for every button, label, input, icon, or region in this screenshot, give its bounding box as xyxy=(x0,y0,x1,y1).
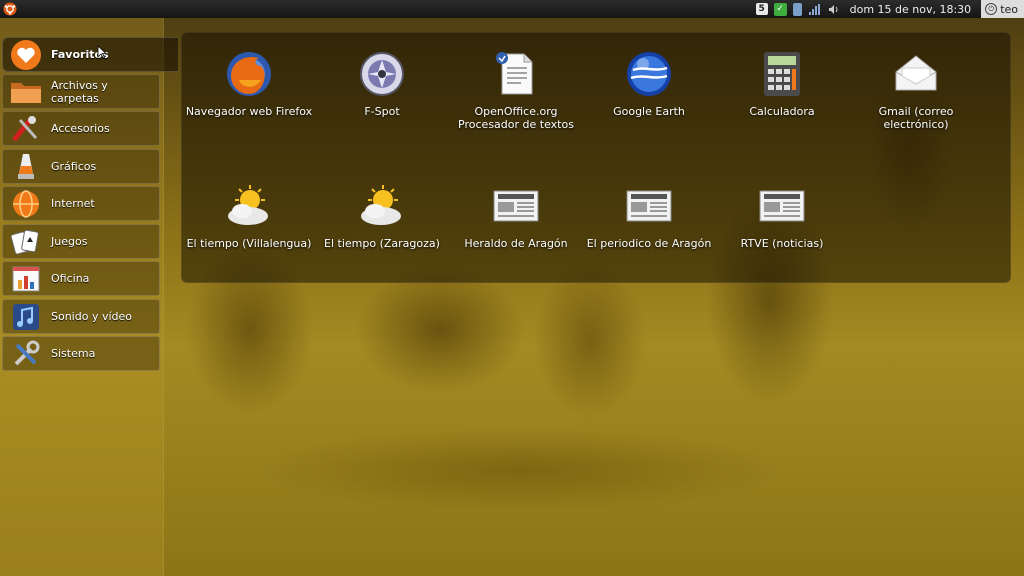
app-fspot[interactable]: F-Spot xyxy=(315,49,449,118)
newspaper-icon xyxy=(624,181,674,231)
sidebar-item-label: Oficina xyxy=(51,272,90,285)
app-gmail[interactable]: Gmail (correo electrónico) xyxy=(849,49,983,131)
app-label: Navegador web Firefox xyxy=(185,105,313,118)
mail-icon xyxy=(891,49,941,99)
sidebar-item-label: Gráficos xyxy=(51,160,97,173)
sidebar-item-label: Juegos xyxy=(51,235,88,248)
app-label: El tiempo (Zaragoza) xyxy=(324,237,440,250)
sidebar-item-label: Accesorios xyxy=(51,122,110,135)
app-label: OpenOffice.org Procesador de textos xyxy=(458,105,574,131)
app-tiempo-zaragoza[interactable]: El tiempo (Zaragoza) xyxy=(315,181,449,250)
app-label: Heraldo de Aragón xyxy=(464,237,568,250)
sidebar-item-label: Internet xyxy=(51,197,95,210)
firefox-icon xyxy=(224,49,274,99)
app-label: El tiempo (Villalengua) xyxy=(186,237,312,250)
google-earth-icon xyxy=(624,49,674,99)
heart-icon xyxy=(9,39,43,70)
app-calculadora[interactable]: Calculadora xyxy=(715,49,849,118)
tools-icon xyxy=(9,114,43,144)
folder-icon xyxy=(9,77,43,107)
power-icon: ⏻ xyxy=(985,3,998,15)
clock[interactable]: dom 15 de nov, 18:30 xyxy=(846,3,976,16)
sidebar-item-oficina[interactable]: Oficina xyxy=(2,261,160,296)
office-icon xyxy=(9,264,43,294)
app-label: RTVE (noticias) xyxy=(740,237,824,250)
sidebar-item-sonido[interactable]: Sonido y vídeo xyxy=(2,299,160,334)
favorites-panel: Navegador web Firefox F-Spot OpenOffice.… xyxy=(181,32,1011,283)
app-writer[interactable]: OpenOffice.org Procesador de textos xyxy=(449,49,583,131)
fspot-icon xyxy=(357,49,407,99)
clipboard-icon[interactable] xyxy=(792,2,802,16)
cards-icon xyxy=(9,227,43,257)
sidebar-item-archivos[interactable]: Archivos y carpetas xyxy=(2,74,160,109)
system-tray: 5 ✓ dom 15 de nov, 18:30 ⏻ teo xyxy=(755,0,1024,18)
wrench-icon xyxy=(9,339,43,369)
graphics-icon xyxy=(9,152,43,182)
mouse-cursor-icon xyxy=(97,45,107,59)
sidebar-item-label: Sonido y vídeo xyxy=(51,310,133,323)
app-label: Gmail (correo electrónico) xyxy=(878,105,954,131)
sidebar-item-juegos[interactable]: Juegos xyxy=(2,224,160,259)
weather-icon xyxy=(357,181,407,231)
sidebar-item-graficos[interactable]: Gráficos xyxy=(2,149,160,184)
app-heraldo[interactable]: Heraldo de Aragón xyxy=(449,181,583,250)
app-periodico-aragon[interactable]: El periodico de Aragón xyxy=(582,181,716,250)
app-firefox[interactable]: Navegador web Firefox xyxy=(182,49,316,118)
sidebar-item-label: Archivos y carpetas xyxy=(50,78,108,105)
app-rtve[interactable]: RTVE (noticias) xyxy=(715,181,849,250)
app-tiempo-villalengua[interactable]: El tiempo (Villalengua) xyxy=(182,181,316,250)
calculator-icon xyxy=(757,49,807,99)
sidebar-item-favoritos[interactable]: Favoritos xyxy=(2,37,178,72)
newspaper-icon xyxy=(757,181,807,231)
sidebar-item-sistema[interactable]: Sistema xyxy=(2,336,160,371)
app-label: Google Earth xyxy=(613,105,685,118)
sidebar-item-internet[interactable]: Internet xyxy=(2,186,160,221)
globe-icon xyxy=(9,189,43,219)
ubuntu-logo-icon[interactable] xyxy=(3,2,17,16)
app-label: El periodico de Aragón xyxy=(586,237,712,250)
category-sidebar: Favoritos Archivos y carpetas Accesorios… xyxy=(0,18,178,576)
music-icon xyxy=(9,302,43,332)
sidebar-item-label: Sistema xyxy=(51,347,96,360)
update-check-icon[interactable]: ✓ xyxy=(773,2,787,16)
writer-icon xyxy=(491,49,541,99)
network-signal-icon[interactable] xyxy=(808,3,821,16)
notification-badge[interactable]: 5 xyxy=(755,3,768,15)
app-label: F-Spot xyxy=(364,105,400,118)
user-name: teo xyxy=(1000,2,1018,16)
app-google-earth[interactable]: Google Earth xyxy=(582,49,716,118)
top-panel: 5 ✓ dom 15 de nov, 18:30 ⏻ teo xyxy=(0,0,1024,18)
app-label: Calculadora xyxy=(749,105,815,118)
weather-icon xyxy=(224,181,274,231)
newspaper-icon xyxy=(491,181,541,231)
sidebar-item-accesorios[interactable]: Accesorios xyxy=(2,111,160,146)
volume-icon[interactable] xyxy=(827,3,840,16)
user-menu-button[interactable]: ⏻ teo xyxy=(981,0,1024,18)
